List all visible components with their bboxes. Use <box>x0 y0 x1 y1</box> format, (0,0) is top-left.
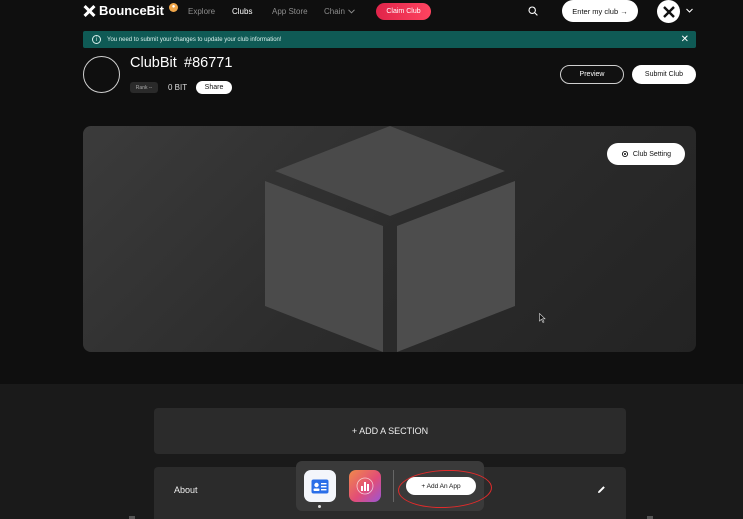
nav-link-app-store[interactable]: App Store <box>272 7 308 16</box>
brand-badge-icon: ● <box>169 2 178 12</box>
club-id: #86771 <box>184 55 233 71</box>
pencil-icon[interactable] <box>597 485 606 494</box>
club-setting-label: Club Setting <box>632 150 672 158</box>
preview-button[interactable]: Preview <box>560 65 624 84</box>
bouncebit-logo-icon <box>662 5 675 18</box>
nav-link-chain[interactable]: Chain <box>324 7 355 16</box>
club-setting-button[interactable]: Club Setting <box>607 143 685 165</box>
chart-icon <box>356 477 374 495</box>
nav-link-chain-label: Chain <box>324 7 345 16</box>
cube-icon <box>265 126 515 352</box>
dock-divider <box>393 470 394 502</box>
dock-app-stats[interactable] <box>349 470 381 502</box>
share-button[interactable]: Share <box>196 81 232 94</box>
unsaved-changes-notice: i You need to submit your changes to upd… <box>83 31 696 48</box>
active-app-indicator <box>318 505 321 508</box>
bit-balance: 0 BIT <box>168 83 188 92</box>
brand-logo[interactable]: BounceBit ● <box>83 2 178 18</box>
nav-link-explore[interactable]: Explore <box>188 7 215 16</box>
close-icon[interactable]: ✕ <box>681 34 689 45</box>
add-section-button[interactable]: + ADD A SECTION <box>154 408 626 454</box>
notice-text: You need to submit your changes to updat… <box>107 36 282 43</box>
chevron-down-icon[interactable] <box>686 7 693 14</box>
enter-my-club-button[interactable]: Enter my club → <box>562 0 638 22</box>
nav-link-clubs[interactable]: Clubs <box>232 7 252 16</box>
bouncebit-logo-icon <box>83 5 95 17</box>
club-avatar[interactable] <box>83 56 120 93</box>
submit-club-button[interactable]: Submit Club <box>632 65 696 84</box>
top-nav: BounceBit ● Explore Clubs App Store Chai… <box>0 0 743 26</box>
rank-badge: Rank -- <box>130 82 158 93</box>
brand-name: BounceBit <box>99 3 164 18</box>
club-name: ClubBit <box>130 55 177 71</box>
user-avatar[interactable] <box>657 0 680 23</box>
club-editor-page: BounceBit ● Explore Clubs App Store Chai… <box>0 0 743 519</box>
gear-icon <box>621 150 628 158</box>
info-icon: i <box>92 35 101 44</box>
profile-card-icon <box>311 479 329 493</box>
about-title: About <box>174 485 198 495</box>
search-icon[interactable] <box>528 6 538 16</box>
club-banner[interactable]: Club Setting <box>83 126 696 352</box>
dock-app-profile[interactable] <box>304 470 336 502</box>
claim-club-button[interactable]: Claim Club <box>376 3 431 20</box>
chevron-down-icon <box>348 9 355 14</box>
mouse-cursor-icon <box>539 313 546 323</box>
